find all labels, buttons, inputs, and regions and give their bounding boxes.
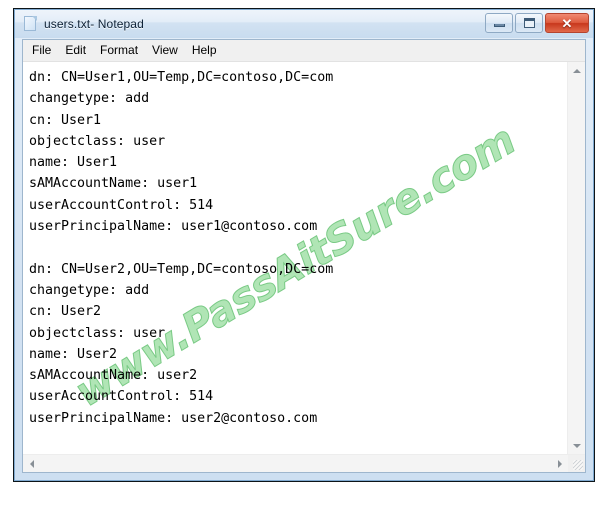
vertical-scroll-track[interactable] — [568, 79, 585, 437]
menu-item-help[interactable]: Help — [185, 41, 224, 60]
window-controls: ✕ — [485, 13, 589, 33]
maximize-icon — [523, 18, 535, 28]
minimize-button[interactable] — [485, 13, 513, 33]
menu-bar: File Edit Format View Help — [23, 40, 585, 62]
vertical-scrollbar[interactable] — [567, 62, 585, 454]
menu-item-format[interactable]: Format — [93, 41, 145, 60]
close-icon: ✕ — [561, 15, 573, 31]
scroll-right-icon — [557, 459, 562, 468]
scroll-up-icon — [572, 68, 581, 73]
horizontal-scroll-track[interactable] — [40, 455, 551, 472]
scroll-up-button[interactable] — [568, 62, 585, 79]
text-editor[interactable]: www.PassAitSure.com dn: CN=User1,OU=Temp… — [23, 62, 567, 454]
notepad-document-icon — [23, 16, 39, 32]
resize-grip-icon[interactable] — [568, 455, 585, 472]
scroll-right-button[interactable] — [551, 455, 568, 472]
menu-item-file[interactable]: File — [25, 41, 58, 60]
maximize-button[interactable] — [515, 13, 543, 33]
document-text: dn: CN=User1,OU=Temp,DC=contoso,DC=com c… — [29, 70, 334, 426]
window-title: users.txt- Notepad — [44, 17, 144, 31]
title-bar[interactable]: users.txt- Notepad ✕ — [15, 10, 593, 38]
close-button[interactable]: ✕ — [545, 13, 589, 33]
scroll-left-icon — [29, 459, 34, 468]
minimize-icon — [493, 24, 505, 27]
scroll-down-button[interactable] — [568, 437, 585, 454]
horizontal-scrollbar[interactable] — [23, 454, 585, 472]
menu-item-edit[interactable]: Edit — [58, 41, 93, 60]
client-area: File Edit Format View Help www.PassAitSu… — [22, 39, 586, 473]
editor-region: www.PassAitSure.com dn: CN=User1,OU=Temp… — [23, 62, 585, 472]
editor-row: www.PassAitSure.com dn: CN=User1,OU=Temp… — [23, 62, 585, 454]
scroll-left-button[interactable] — [23, 455, 40, 472]
menu-item-view[interactable]: View — [145, 41, 185, 60]
scroll-down-icon — [572, 443, 581, 448]
notepad-window: users.txt- Notepad ✕ File Edit Format Vi… — [13, 8, 595, 482]
